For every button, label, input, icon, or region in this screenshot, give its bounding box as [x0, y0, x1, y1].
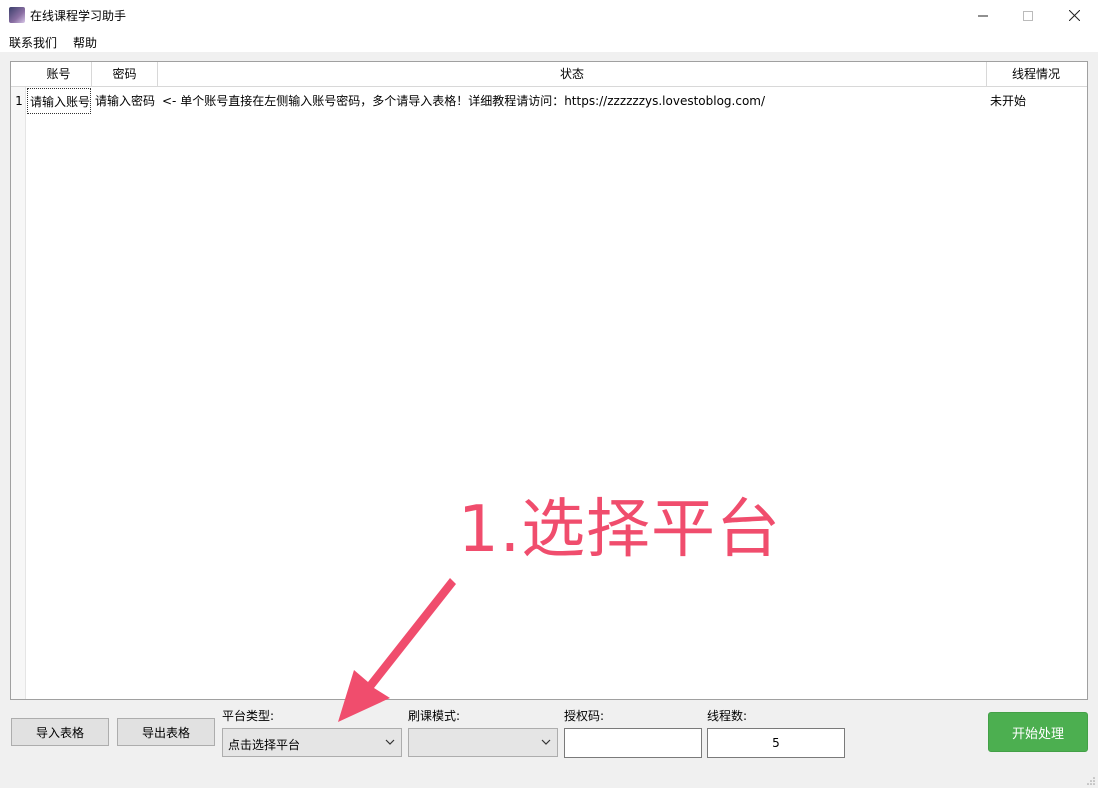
column-header-password[interactable]: 密码	[92, 62, 158, 87]
cell-password[interactable]: 请输入密码	[95, 88, 159, 114]
menu-bar: 联系我们 帮助	[0, 31, 1098, 52]
auth-code-input[interactable]	[564, 728, 702, 758]
study-mode-select[interactable]	[408, 728, 558, 757]
chevron-down-icon	[385, 739, 395, 745]
resize-grip-icon[interactable]	[1086, 776, 1096, 786]
menu-contact-us[interactable]: 联系我们	[9, 34, 57, 51]
thread-count-label: 线程数:	[707, 709, 748, 723]
auth-code-label: 授权码:	[564, 709, 605, 723]
close-button[interactable]	[1051, 0, 1097, 31]
window-title: 在线课程学习助手	[30, 9, 127, 23]
menu-help[interactable]: 帮助	[73, 34, 97, 51]
import-table-button[interactable]: 导入表格	[11, 718, 109, 746]
annotation-arrow-icon	[338, 578, 456, 722]
close-icon	[1068, 10, 1080, 21]
minimize-icon	[978, 15, 988, 16]
platform-select-value: 点击选择平台	[228, 738, 301, 752]
app-logo-icon	[9, 7, 25, 23]
row-number[interactable]: 1	[13, 88, 25, 114]
cell-account[interactable]: 请输入账号	[27, 88, 91, 114]
chevron-down-icon	[541, 739, 551, 745]
column-header-account[interactable]: 账号	[26, 62, 92, 87]
annotation-step-label: 1.选择平台	[458, 493, 782, 567]
maximize-icon	[1023, 10, 1033, 21]
column-header-status[interactable]: 状态	[158, 62, 987, 87]
minimize-button[interactable]	[960, 0, 1006, 31]
account-table: 账号 密码 状态 线程情况 1 请输入账号 请输入密码 <- 单个账号直接在左侧…	[10, 61, 1088, 700]
table-header: 账号 密码 状态 线程情况	[11, 62, 1087, 87]
column-header-thread[interactable]: 线程情况	[987, 62, 1085, 87]
start-button[interactable]: 开始处理	[988, 712, 1088, 752]
platform-type-label: 平台类型:	[222, 709, 275, 723]
cell-status[interactable]: <- 单个账号直接在左侧输入账号密码，多个请导入表格！详细教程请访问：https…	[162, 88, 984, 114]
thread-count-input[interactable]: 5	[707, 728, 845, 758]
export-table-button[interactable]: 导出表格	[117, 718, 215, 746]
platform-select[interactable]: 点击选择平台	[222, 728, 402, 757]
title-bar: 在线课程学习助手	[0, 0, 1098, 31]
table-row[interactable]: 1 请输入账号 请输入密码 <- 单个账号直接在左侧输入账号密码，多个请导入表格…	[11, 88, 1087, 114]
row-header-column	[11, 62, 26, 699]
maximize-button[interactable]	[1005, 0, 1051, 31]
cell-thread[interactable]: 未开始	[990, 88, 1085, 114]
